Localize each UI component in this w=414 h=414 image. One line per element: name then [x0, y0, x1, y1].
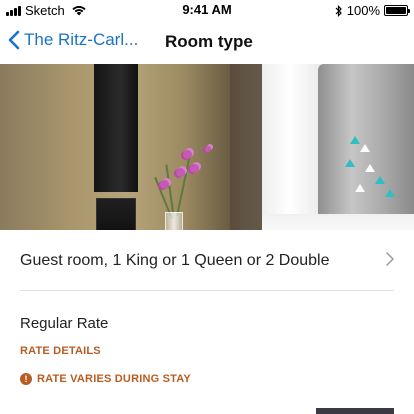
- orchid-flower: [183, 150, 192, 159]
- glass-vase: [165, 212, 183, 230]
- room-photo: [0, 64, 414, 230]
- lamp: [94, 64, 138, 192]
- rate-details-link[interactable]: RATE DETAILS: [20, 345, 101, 357]
- select-rate-button[interactable]: [316, 408, 394, 414]
- chevron-left-icon: [8, 30, 20, 50]
- bluetooth-icon: [335, 4, 342, 17]
- rate-warning-text: RATE VARIES DURING STAY: [37, 373, 191, 385]
- chevron-right-icon: [386, 252, 394, 266]
- back-button[interactable]: The Ritz-Carl...: [8, 30, 138, 50]
- battery-percent: 100%: [346, 3, 380, 18]
- bed-sheet: [262, 214, 414, 230]
- room-type-row[interactable]: Guest room, 1 King or 1 Queen or 2 Doubl…: [0, 230, 414, 292]
- nightstand-cube: [96, 198, 136, 230]
- navigation-bar: The Ritz-Carl... Room type: [0, 20, 414, 64]
- status-right: 100%: [335, 3, 410, 18]
- divider: [20, 290, 394, 291]
- status-bar: Sketch 9:41 AM 100%: [0, 0, 414, 20]
- warning-icon: !: [20, 373, 32, 385]
- back-button-label: The Ritz-Carl...: [24, 30, 139, 49]
- room-type-label: Guest room, 1 King or 1 Queen or 2 Doubl…: [20, 252, 330, 269]
- rate-name: Regular Rate: [20, 315, 109, 332]
- page-title: Room type: [165, 32, 253, 51]
- rate-warning: ! RATE VARIES DURING STAY: [20, 373, 191, 385]
- battery-icon: [384, 5, 410, 16]
